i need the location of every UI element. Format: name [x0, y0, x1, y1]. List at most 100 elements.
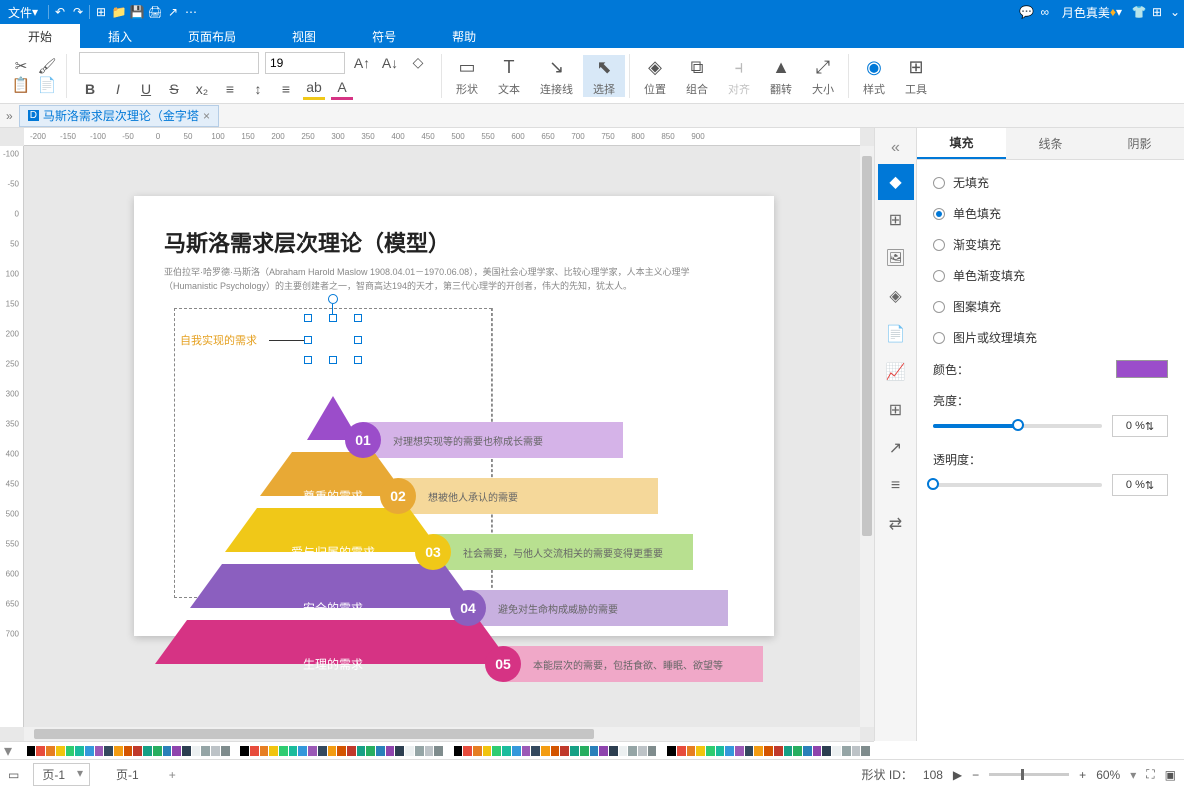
resize-handle[interactable]: [304, 336, 312, 344]
color-swatch[interactable]: [842, 746, 851, 756]
color-swatch[interactable]: [85, 746, 94, 756]
fill-option[interactable]: 单色填充: [933, 205, 1168, 222]
color-swatch[interactable]: [395, 746, 404, 756]
color-swatch[interactable]: [463, 746, 472, 756]
file-menu[interactable]: 文件 ▾: [0, 0, 46, 24]
new-icon[interactable]: ⊞: [92, 0, 110, 24]
color-swatch[interactable]: [745, 746, 754, 756]
canvas[interactable]: 马斯洛需求层次理论（模型） 亚伯拉罕·哈罗德·马斯洛（Abraham Harol…: [24, 146, 860, 727]
font-size-select[interactable]: [265, 52, 345, 74]
color-swatch[interactable]: [104, 746, 113, 756]
color-swatch[interactable]: [619, 746, 628, 756]
fill-option[interactable]: 渐变填充: [933, 236, 1168, 253]
color-swatch[interactable]: [599, 746, 608, 756]
color-swatch[interactable]: [56, 746, 65, 756]
color-swatch[interactable]: [512, 746, 521, 756]
grid-panel-icon[interactable]: ⊞: [878, 202, 914, 238]
fill-option[interactable]: 图片或纹理填充: [933, 329, 1168, 346]
color-swatch[interactable]: [473, 746, 482, 756]
color-swatch[interactable]: [192, 746, 201, 756]
add-page-icon[interactable]: +: [169, 768, 176, 782]
table-panel-icon[interactable]: ⊞: [878, 392, 914, 428]
resize-handle[interactable]: [304, 356, 312, 364]
color-swatch[interactable]: [754, 746, 763, 756]
color-swatch[interactable]: [163, 746, 172, 756]
color-swatch[interactable]: [95, 746, 104, 756]
color-swatch[interactable]: [638, 746, 647, 756]
style-tool[interactable]: ◉样式: [853, 55, 895, 97]
color-swatch[interactable]: [570, 746, 579, 756]
color-swatch[interactable]: [1116, 360, 1168, 378]
color-swatch[interactable]: [36, 746, 45, 756]
theme-icon[interactable]: 👕: [1130, 0, 1148, 24]
tab-start[interactable]: 开始: [0, 24, 80, 48]
share-icon[interactable]: ∞: [1036, 0, 1054, 24]
export-icon[interactable]: ↗: [164, 0, 182, 24]
clear-format-icon[interactable]: ◇: [407, 52, 429, 74]
color-swatch[interactable]: [648, 746, 657, 756]
group-tool[interactable]: ⧉组合: [676, 55, 718, 97]
color-swatch[interactable]: [260, 746, 269, 756]
page-layout-icon[interactable]: ▭: [8, 768, 19, 782]
list-panel-icon[interactable]: ≡: [878, 468, 914, 504]
color-swatch[interactable]: [492, 746, 501, 756]
cut-icon[interactable]: ✂: [12, 57, 30, 75]
color-swatch[interactable]: [366, 746, 375, 756]
redo-icon[interactable]: ↷: [69, 0, 87, 24]
color-swatch[interactable]: [328, 746, 337, 756]
color-swatch[interactable]: [405, 746, 414, 756]
color-swatch[interactable]: [27, 746, 36, 756]
color-swatch[interactable]: [124, 746, 133, 756]
resize-handle[interactable]: [354, 336, 362, 344]
select-tool[interactable]: ⬉选择: [583, 55, 625, 97]
resize-handle[interactable]: [329, 356, 337, 364]
color-swatch[interactable]: [386, 746, 395, 756]
shape-tool[interactable]: ▭形状: [446, 55, 488, 97]
color-swatch[interactable]: [483, 746, 492, 756]
highlight-icon[interactable]: ab: [303, 78, 325, 100]
open-icon[interactable]: 📁: [110, 0, 128, 24]
opacity-value[interactable]: 0 % ⇅: [1112, 474, 1168, 496]
color-swatch[interactable]: [172, 746, 181, 756]
export-panel-icon[interactable]: ↗: [878, 430, 914, 466]
color-swatch[interactable]: [852, 746, 861, 756]
color-swatch[interactable]: [590, 746, 599, 756]
doc-tab[interactable]: D 马斯洛需求层次理论（金字塔 ×: [19, 105, 219, 127]
align-tool[interactable]: ⫞对齐: [718, 55, 760, 97]
fit-icon[interactable]: ▣: [1165, 768, 1176, 782]
grow-font-icon[interactable]: A↑: [351, 52, 373, 74]
tab-view[interactable]: 视图: [264, 24, 344, 48]
size-tool[interactable]: ⤢大小: [802, 55, 844, 97]
color-swatch[interactable]: [337, 746, 346, 756]
font-family-select[interactable]: [79, 52, 259, 74]
color-swatch[interactable]: [560, 746, 569, 756]
bold-icon[interactable]: B: [79, 78, 101, 100]
close-tab-icon[interactable]: ×: [203, 109, 210, 123]
color-swatch[interactable]: [677, 746, 686, 756]
layers-panel-icon[interactable]: ◈: [878, 278, 914, 314]
shuffle-panel-icon[interactable]: ⇄: [878, 506, 914, 542]
paste-icon[interactable]: 📄: [38, 76, 56, 94]
color-swatch[interactable]: [182, 746, 191, 756]
color-swatch[interactable]: [75, 746, 84, 756]
color-swatch[interactable]: [308, 746, 317, 756]
color-swatch[interactable]: [240, 746, 249, 756]
color-swatch[interactable]: [793, 746, 802, 756]
tab-help[interactable]: 帮助: [424, 24, 504, 48]
font-color-icon[interactable]: A: [331, 78, 353, 100]
color-swatch[interactable]: [279, 746, 288, 756]
color-swatch[interactable]: [434, 746, 443, 756]
color-swatch[interactable]: [580, 746, 589, 756]
play-icon[interactable]: ▶: [953, 768, 962, 782]
save-icon[interactable]: 💾: [128, 0, 146, 24]
underline-icon[interactable]: U: [135, 78, 157, 100]
italic-icon[interactable]: I: [107, 78, 129, 100]
notes-panel-icon[interactable]: 📄: [878, 316, 914, 352]
color-swatch[interactable]: [716, 746, 725, 756]
color-swatch[interactable]: [657, 746, 666, 756]
color-swatch[interactable]: [318, 746, 327, 756]
color-swatch[interactable]: [706, 746, 715, 756]
flip-tool[interactable]: ▲翻转: [760, 55, 802, 97]
color-swatch[interactable]: [735, 746, 744, 756]
color-swatch[interactable]: [861, 746, 870, 756]
